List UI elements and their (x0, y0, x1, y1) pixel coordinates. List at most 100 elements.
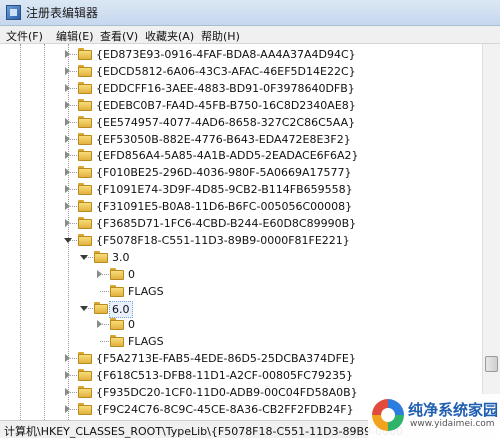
collapsed-arrow-icon[interactable] (65, 151, 70, 160)
vertical-scrollbar[interactable] (482, 44, 500, 420)
folder-icon (78, 98, 92, 111)
regedit-app-icon (6, 5, 21, 20)
tree-node-label[interactable]: {ED873E93-0916-4FAF-BDA8-AA4A37A4D94C} (96, 47, 356, 62)
tree-node-label[interactable]: {EFD856A4-5A85-4A1B-ADD5-2EADACE6F6A2} (96, 148, 359, 163)
folder-icon (78, 200, 92, 213)
tree-node-label[interactable]: {F3685D71-1FC6-4CBD-B244-E60D8C89990B} (96, 216, 356, 231)
tree-node-label[interactable]: {F5A2713E-FAB5-4EDE-86D5-25DCBA374DFE} (96, 351, 356, 366)
collapsed-arrow-icon[interactable] (65, 202, 70, 211)
folder-icon (78, 402, 92, 415)
collapsed-arrow-icon[interactable] (65, 50, 70, 58)
folder-icon (78, 352, 92, 365)
collapsed-arrow-icon[interactable] (65, 219, 70, 227)
tree-node-label[interactable]: {EE574957-4077-4AD6-8658-327C2C86C5AA} (96, 115, 355, 130)
folder-icon (78, 64, 92, 77)
tree-row[interactable]: {F31091E5-B0A8-11D6-B6FC-005056C00008} (0, 198, 482, 215)
tree-node-label[interactable]: {EDCD5812-6A06-43C3-AFAC-46EF5D14E22C} (96, 64, 356, 79)
tree-node-label[interactable]: {F9C24C76-8C9C-45CE-8A36-CB2FF2FDB24F} (96, 402, 354, 417)
folder-icon (78, 115, 92, 128)
folder-icon (78, 183, 92, 196)
folder-icon (78, 166, 92, 179)
tree-node-label[interactable]: FLAGS (128, 334, 164, 349)
menu-favorites[interactable]: 收藏夹(A) (145, 28, 194, 44)
collapsed-arrow-icon[interactable] (65, 168, 70, 177)
tree-row[interactable]: FLAGS (0, 333, 482, 350)
tree-row[interactable]: 0 (0, 316, 482, 333)
tree-node-label[interactable]: {F935DC20-1CF0-11D0-ADB9-00C04FD58A0B} (96, 385, 358, 400)
tree-row[interactable]: 3.0 (0, 249, 482, 266)
folder-icon (78, 149, 92, 162)
collapsed-arrow-icon[interactable] (97, 320, 102, 329)
folder-icon (110, 267, 124, 280)
tree-node-label[interactable]: {F1091E74-3D9F-4D85-9CB2-B114FB659558} (96, 182, 353, 197)
collapsed-arrow-icon[interactable] (65, 117, 70, 126)
tree-row[interactable]: {EDEBC0B7-FA4D-45FB-B750-16C8D2340AE8} (0, 97, 482, 114)
tree-node-label[interactable]: 0 (128, 317, 135, 332)
tree-row[interactable]: {EDDCFF16-3AEE-4883-BD91-0F3978640DFB} (0, 80, 482, 97)
expanded-arrow-icon[interactable] (64, 237, 72, 243)
collapsed-arrow-icon[interactable] (65, 388, 70, 396)
tree-row[interactable]: {F3685D71-1FC6-4CBD-B244-E60D8C89990B} (0, 215, 482, 232)
tree-row[interactable]: 0 (0, 266, 482, 283)
watermark-title: 纯净系统家园 (408, 401, 499, 419)
tree-row[interactable]: {ED873E93-0916-4FAF-BDA8-AA4A37A4D94C} (0, 46, 482, 63)
collapsed-arrow-icon[interactable] (65, 404, 70, 413)
folder-icon (78, 48, 92, 60)
tree-node-label[interactable]: FLAGS (128, 284, 164, 299)
folder-icon (110, 318, 124, 331)
watermark: 纯净系统家园 www.yidaimei.com (368, 394, 500, 438)
collapsed-arrow-icon[interactable] (65, 83, 70, 92)
folder-icon (94, 250, 108, 263)
folder-icon (110, 284, 124, 297)
collapsed-arrow-icon[interactable] (97, 269, 102, 278)
tree-node-label[interactable]: 3.0 (112, 250, 130, 265)
menu-file[interactable]: 文件(F) (6, 28, 43, 44)
collapsed-arrow-icon[interactable] (65, 100, 70, 109)
folder-icon (110, 335, 124, 348)
tree-row[interactable]: {EE574957-4077-4AD6-8658-327C2C86C5AA} (0, 114, 482, 131)
title-bar: 注册表编辑器 (0, 0, 500, 26)
tree-row[interactable]: {F010BE25-296D-4036-980F-5A0669A17577} (0, 164, 482, 181)
tree-row[interactable]: {EF53050B-882E-4776-B643-EDA472E8E3F2} (0, 131, 482, 148)
folder-icon (78, 217, 92, 229)
selected-key-label[interactable]: 6.0 (109, 300, 133, 318)
menu-edit[interactable]: 编辑(E) (56, 28, 94, 44)
tree-row[interactable]: {EFD856A4-5A85-4A1B-ADD5-2EADACE6F6A2} (0, 147, 482, 164)
folder-icon (78, 81, 92, 94)
folder-icon (78, 233, 92, 246)
tree-node-label[interactable]: {F618C513-DFB8-11D1-A2CF-00805FC79235} (96, 368, 353, 383)
registry-key-tree[interactable]: {ED873E93-0916-4FAF-BDA8-AA4A37A4D94C} {E… (0, 44, 482, 420)
tree-node-label[interactable]: {F010BE25-296D-4036-980F-5A0669A17577} (96, 165, 352, 180)
tree-node-label[interactable]: {EF53050B-882E-4776-B643-EDA472E8E3F2} (96, 132, 351, 147)
tree-node-label[interactable]: {F5078F18-C551-11D3-89B9-0000F81FE221} (96, 233, 350, 248)
collapsed-arrow-icon[interactable] (65, 185, 70, 194)
tree-row[interactable]: {F1091E74-3D9F-4D85-9CB2-B114FB659558} (0, 181, 482, 198)
tree-row[interactable]: FLAGS (0, 283, 482, 300)
tree-connector (100, 290, 109, 292)
tree-node-label[interactable]: {EDDCFF16-3AEE-4883-BD91-0F3978640DFB} (96, 81, 355, 96)
tree-row[interactable]: 6.0 (0, 300, 482, 318)
menu-help[interactable]: 帮助(H) (201, 28, 240, 44)
tree-row[interactable]: {F618C513-DFB8-11D1-A2CF-00805FC79235} (0, 367, 482, 384)
menu-bar: 文件(F) 编辑(E) 查看(V) 收藏夹(A) 帮助(H) (0, 26, 500, 44)
tree-connector (100, 341, 109, 343)
collapsed-arrow-icon[interactable] (65, 66, 70, 75)
folder-icon (78, 369, 92, 382)
folder-icon (78, 386, 92, 398)
tree-row[interactable]: {EDCD5812-6A06-43C3-AFAC-46EF5D14E22C} (0, 63, 482, 80)
collapsed-arrow-icon[interactable] (65, 354, 70, 363)
menu-view[interactable]: 查看(V) (100, 28, 138, 44)
tree-row[interactable]: {F5A2713E-FAB5-4EDE-86D5-25DCBA374DFE} (0, 350, 482, 367)
window-title: 注册表编辑器 (26, 6, 99, 20)
collapsed-arrow-icon[interactable] (65, 371, 70, 380)
folder-icon (94, 301, 108, 314)
expanded-arrow-icon[interactable] (80, 254, 88, 260)
tree-node-label[interactable]: 0 (128, 267, 135, 282)
expanded-arrow-icon[interactable] (80, 305, 88, 311)
watermark-url: www.yidaimei.com (410, 419, 495, 429)
tree-node-label[interactable]: {EDEBC0B7-FA4D-45FB-B750-16C8D2340AE8} (96, 98, 356, 113)
scrollbar-thumb[interactable] (485, 356, 498, 372)
tree-node-label[interactable]: {F31091E5-B0A8-11D6-B6FC-005056C00008} (96, 199, 352, 214)
tree-row[interactable]: {F5078F18-C551-11D3-89B9-0000F81FE221} (0, 232, 482, 249)
collapsed-arrow-icon[interactable] (65, 134, 70, 143)
